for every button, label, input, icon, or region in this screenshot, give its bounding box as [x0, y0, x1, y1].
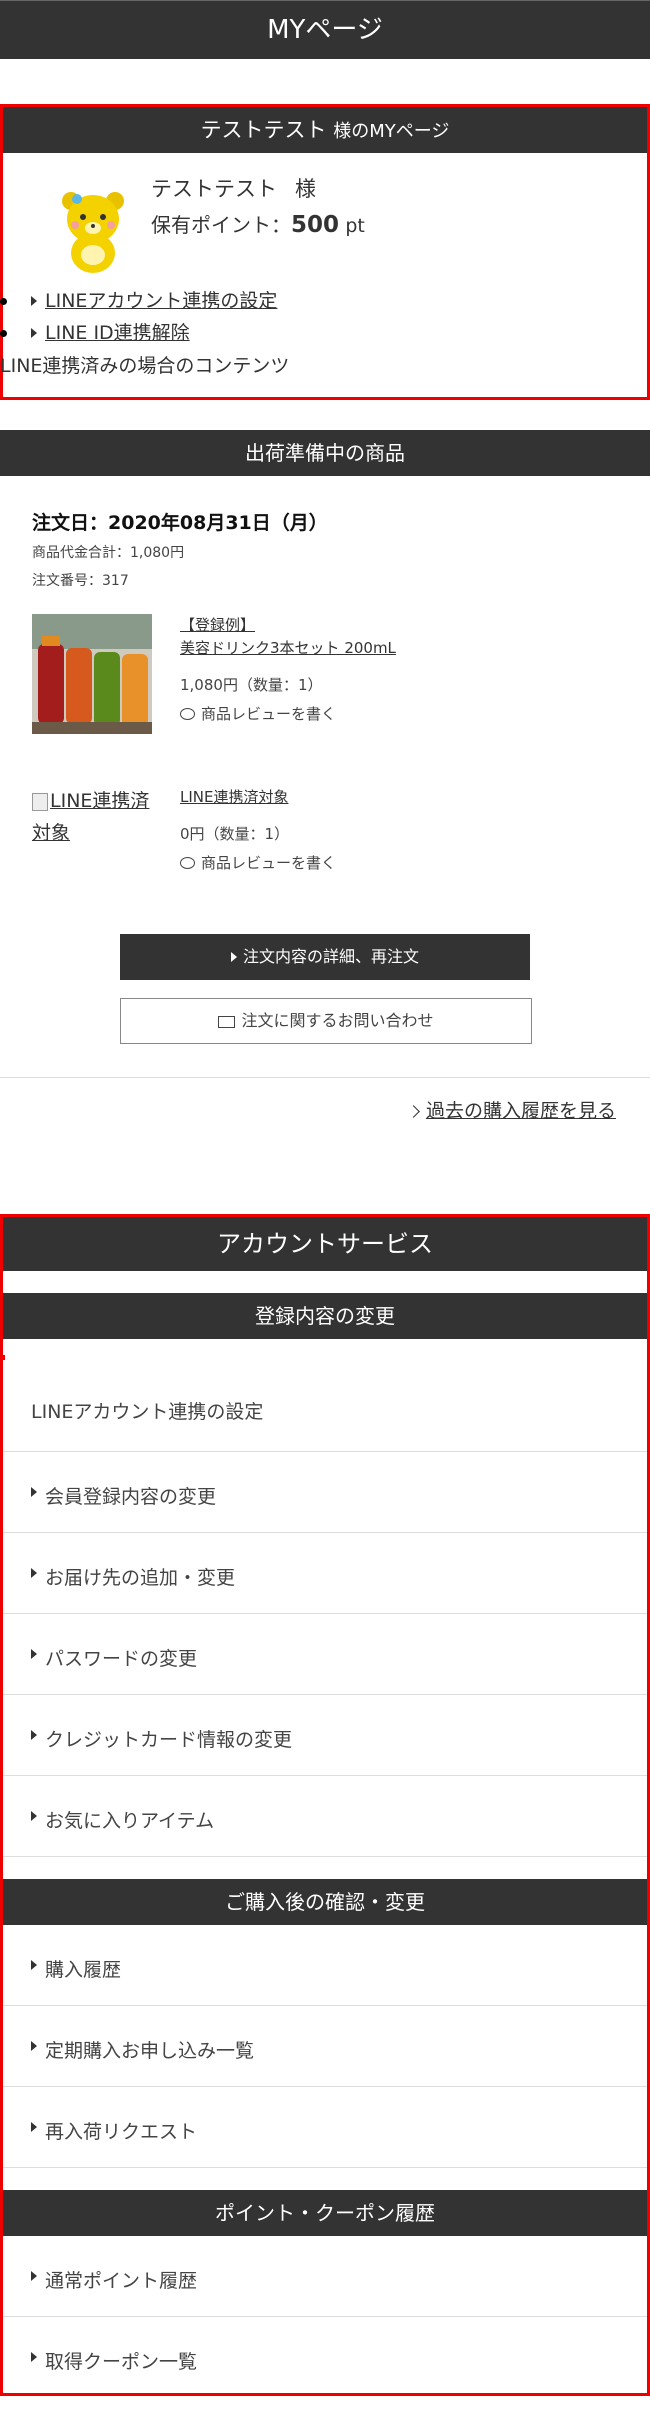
menu-item-label: お気に入りアイテム	[45, 1810, 215, 1832]
caret-right-icon	[31, 296, 37, 306]
menu-item-label: 定期購入お申し込み一覧	[45, 2040, 255, 2062]
line-link-list: LINEアカウント連携の設定 LINE ID連携解除	[0, 285, 277, 349]
caret-right-icon	[31, 1960, 37, 1970]
product-info: LINE連携済対象 0円（数量：1） 商品レビューを書く	[180, 786, 336, 873]
broken-product-image[interactable]: LINE連携済対象	[32, 785, 152, 849]
product-image[interactable]	[32, 614, 152, 734]
bullet-icon	[0, 298, 7, 305]
account-services: アカウントサービス 登録内容の変更 LINEアカウント連携の設定 会員登録内容の…	[0, 1214, 650, 2396]
divider	[0, 1077, 650, 1078]
write-review-link[interactable]: 商品レビューを書く	[180, 852, 336, 873]
menu-item-label: お届け先の追加・変更	[45, 1567, 236, 1589]
menu-item-subscriptions[interactable]: 定期購入お申し込み一覧	[3, 2006, 647, 2087]
comment-icon	[180, 707, 195, 720]
image-placeholder-icon	[32, 792, 48, 811]
user-name-text: テストテスト	[151, 177, 277, 201]
caret-right-icon	[31, 1649, 37, 1659]
write-review-link[interactable]: 商品レビューを書く	[180, 703, 396, 724]
menu-item-label: 購入履歴	[45, 1959, 122, 1981]
page-title: MYページ	[267, 15, 383, 45]
order-detail-label: 注文内容の詳細、再注文	[242, 947, 419, 966]
bullet-icon	[0, 330, 7, 337]
user-name: テストテスト様	[151, 173, 316, 203]
product-price: 1,080円（数量：1）	[180, 676, 323, 694]
caret-right-icon	[31, 2271, 37, 2281]
bear-mascot-icon	[62, 192, 124, 273]
menu-item-purchase-history[interactable]: 購入履歴	[3, 1925, 647, 2006]
mypage-heading-suffix: 様のMYページ	[333, 121, 450, 142]
order-contact-button[interactable]: 注文に関するお問い合わせ	[120, 998, 532, 1044]
caret-right-icon	[31, 1568, 37, 1578]
drink-bottles-image	[32, 614, 152, 734]
points-value: 500	[291, 212, 340, 238]
account-services-title: アカウントサービス	[3, 1217, 647, 1271]
shipping-heading: 出荷準備中の商品	[0, 430, 650, 476]
menu-item-point-history[interactable]: 通常ポイント履歴	[3, 2236, 647, 2317]
order-number: 注文番号：317	[32, 573, 129, 589]
points-unit: pt	[345, 215, 365, 237]
section-heading-points-coupons: ポイント・クーポン履歴	[3, 2190, 647, 2236]
section-heading-registration: 登録内容の変更	[3, 1293, 647, 1339]
points-display: 保有ポイント：500 pt	[151, 209, 365, 238]
line-content-text: LINE連携済みの場合のコンテンツ	[0, 355, 290, 377]
page-header: MYページ	[0, 0, 650, 59]
menu-item-member-info[interactable]: 会員登録内容の変更	[3, 1452, 647, 1533]
mypage-heading-name: テストテスト	[200, 118, 327, 142]
order-contact-label: 注文に関するお問い合わせ	[241, 1011, 434, 1030]
menu-item-label: 再入荷リクエスト	[45, 2121, 198, 2143]
line-id-unlink-link[interactable]: LINE ID連携解除	[45, 322, 190, 344]
review-label: 商品レビューを書く	[201, 705, 337, 723]
product-name-prefix[interactable]: 【登録例】	[180, 616, 255, 634]
caret-right-icon	[230, 952, 237, 962]
mypage-heading-bar: テストテスト 様のMYページ	[3, 107, 647, 153]
list-item: LINE ID連携解除	[0, 317, 277, 349]
menu-item-favorites[interactable]: お気に入りアイテム	[3, 1776, 647, 1857]
caret-right-icon	[31, 328, 37, 338]
chevron-right-icon	[407, 1105, 420, 1118]
section-heading-after-purchase: ご購入後の確認・変更	[3, 1879, 647, 1925]
caret-right-icon	[31, 2122, 37, 2132]
comment-icon	[180, 856, 195, 869]
caret-right-icon	[31, 1730, 37, 1740]
menu-item-line-account[interactable]: LINEアカウント連携の設定	[0, 1339, 647, 1452]
menu-item-label: クレジットカード情報の変更	[45, 1729, 293, 1751]
mypage-box: テストテスト 様のMYページ テストテスト様 保有ポイント：500 pt LIN…	[0, 104, 650, 400]
product-name[interactable]: LINE連携済対象	[180, 788, 288, 806]
menu-item-password[interactable]: パスワードの変更	[3, 1614, 647, 1695]
product-price: 0円（数量：1）	[180, 825, 290, 843]
order-total: 商品代金合計：1,080円	[32, 545, 185, 561]
purchase-history-label[interactable]: 過去の購入履歴を見る	[426, 1100, 616, 1122]
purchase-history-link[interactable]: 過去の購入履歴を見る	[407, 1096, 616, 1123]
menu-item-label: 取得クーポン一覧	[45, 2351, 198, 2373]
review-label: 商品レビューを書く	[201, 854, 337, 872]
envelope-icon	[218, 1015, 236, 1028]
menu-item-delivery-address[interactable]: お届け先の追加・変更	[3, 1533, 647, 1614]
product-info: 【登録例】 美容ドリンク3本セット 200mL 1,080円（数量：1） 商品レ…	[180, 614, 396, 724]
order-detail-button[interactable]: 注文内容の詳細、再注文	[120, 934, 530, 980]
order-date: 注文日：2020年08月31日（月）	[32, 512, 328, 534]
caret-right-icon	[31, 1811, 37, 1821]
marker-icon	[0, 1355, 5, 1360]
line-account-link[interactable]: LINEアカウント連携の設定	[45, 290, 277, 312]
menu-item-credit-card[interactable]: クレジットカード情報の変更	[3, 1695, 647, 1776]
menu-item-label: 通常ポイント履歴	[45, 2270, 198, 2292]
menu-item-restock-request[interactable]: 再入荷リクエスト	[3, 2087, 647, 2168]
caret-right-icon	[31, 2352, 37, 2362]
user-honorific: 様	[295, 177, 316, 201]
menu-item-label: パスワードの変更	[45, 1648, 198, 1670]
caret-right-icon	[31, 2041, 37, 2051]
points-label: 保有ポイント：	[151, 213, 291, 237]
product-name[interactable]: 美容ドリンク3本セット 200mL	[180, 639, 396, 657]
caret-right-icon	[31, 1487, 37, 1497]
menu-item-coupons[interactable]: 取得クーポン一覧	[3, 2317, 647, 2397]
menu-item-label: 会員登録内容の変更	[45, 1486, 217, 1508]
list-item: LINEアカウント連携の設定	[0, 285, 277, 317]
menu-item-label: LINEアカウント連携の設定	[31, 1401, 264, 1423]
image-alt-text: LINE連携済対象	[32, 790, 150, 844]
